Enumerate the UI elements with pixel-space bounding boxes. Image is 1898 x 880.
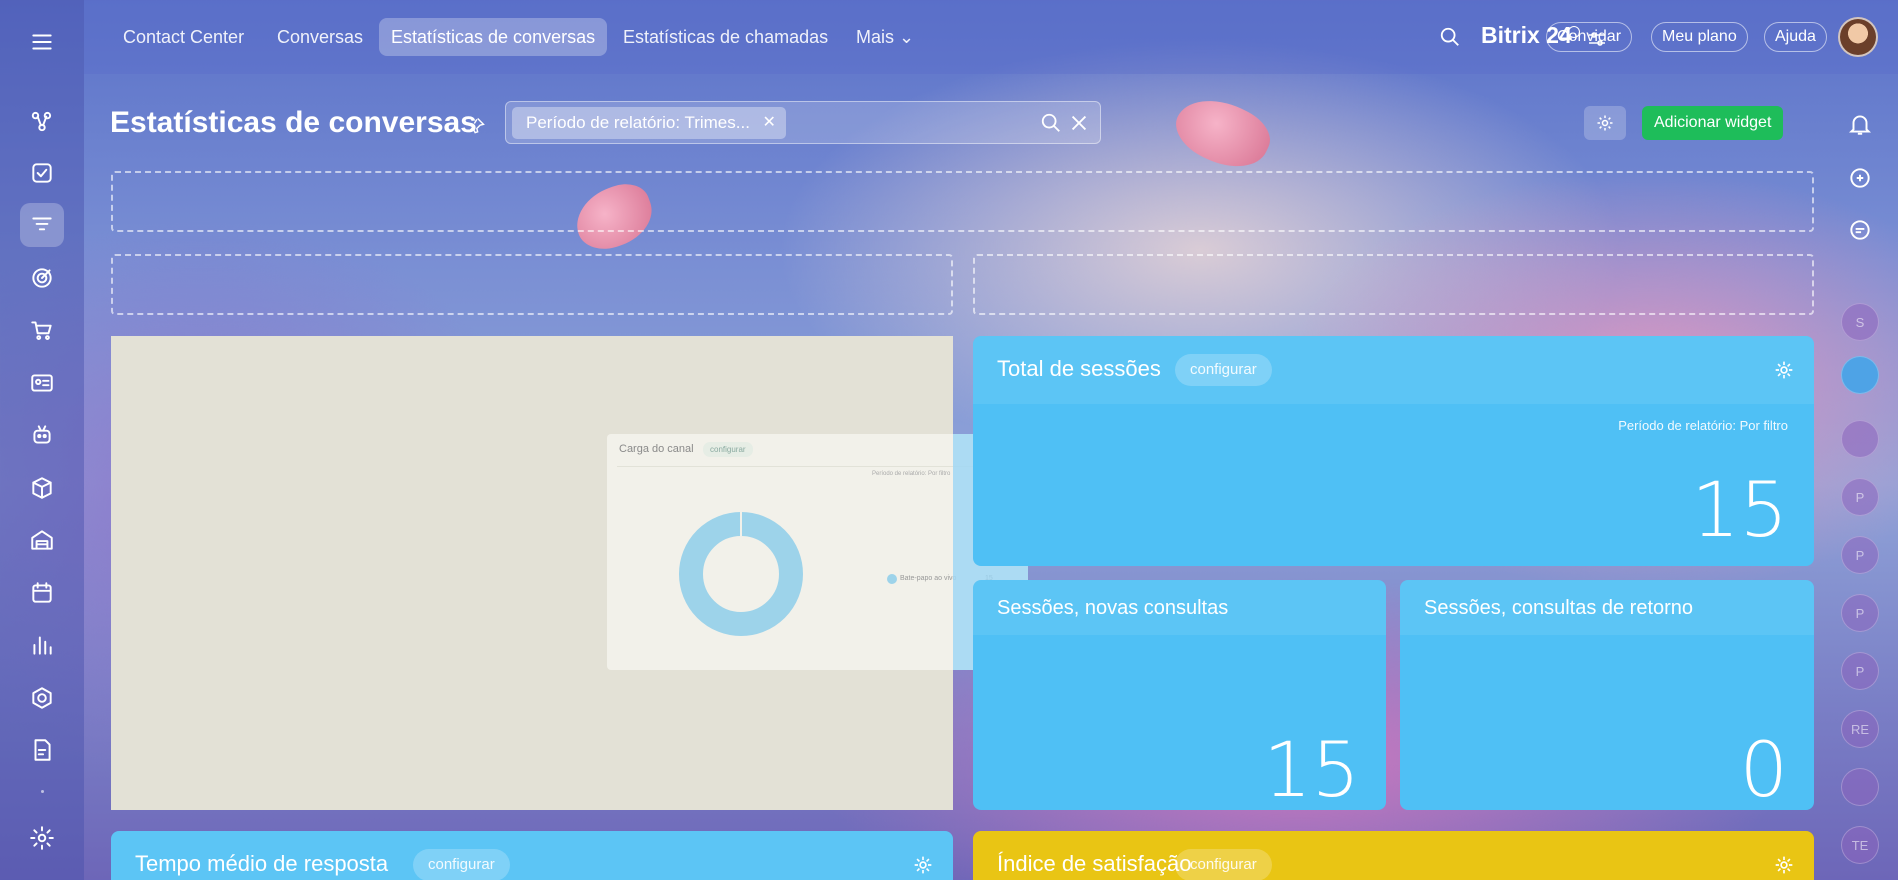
avg-response-widget[interactable]: Tempo médio de resposta configurar <box>111 831 953 880</box>
chat-avatar-p3[interactable]: P <box>1841 594 1879 632</box>
rail-separator <box>41 790 44 793</box>
left-sidebar <box>0 0 84 880</box>
filter-search-icon[interactable] <box>1040 112 1062 134</box>
tab-estatisticas-conversas[interactable]: Estatísticas de conversas <box>379 18 608 56</box>
tab-mais[interactable]: Mais ⌄ <box>844 18 926 56</box>
cart-icon[interactable] <box>20 308 64 352</box>
new-sessions-widget[interactable]: Sessões, novas consultas 15 <box>973 580 1386 810</box>
chat-avatar-p4[interactable]: P <box>1841 652 1879 690</box>
search-icon[interactable] <box>1439 26 1461 48</box>
bookmark-icon[interactable] <box>1841 356 1879 394</box>
box-icon[interactable] <box>20 466 64 510</box>
legend-dot <box>887 574 897 584</box>
hexagon-icon[interactable] <box>20 676 64 720</box>
donut-start-tick <box>740 512 742 536</box>
pin-icon[interactable] <box>466 116 486 136</box>
open-channels-icon[interactable] <box>1840 158 1880 198</box>
target-icon[interactable] <box>20 256 64 300</box>
user-avatar[interactable] <box>1838 17 1878 57</box>
tab-conversas[interactable]: Conversas <box>265 18 375 56</box>
analytics-icon[interactable] <box>20 623 64 667</box>
settings-icon[interactable] <box>20 816 64 860</box>
widget-title: Tempo médio de resposta <box>135 851 389 876</box>
satisfaction-widget[interactable]: Índice de satisfação configurar <box>973 831 1814 880</box>
widget-period: Período de relatório: Por filtro <box>1618 418 1788 433</box>
crm-icon[interactable] <box>20 99 64 143</box>
add-widget-button[interactable]: Adicionar widget <box>1642 106 1784 140</box>
page-title: Estatísticas de conversas <box>110 106 477 139</box>
filter-chip-label: Período de relatório: Trimes... <box>526 113 750 132</box>
board-settings-button[interactable] <box>1584 106 1626 140</box>
return-sessions-widget[interactable]: Sessões, consultas de retorno 0 <box>1400 580 1814 810</box>
calendar-icon[interactable] <box>20 571 64 615</box>
channel-load-config-button[interactable]: configurar <box>703 442 753 457</box>
widget-value: 0 <box>1739 725 1788 810</box>
widget-title: Índice de satisfação <box>997 851 1192 876</box>
widget-title: Sessões, consultas de retorno <box>1424 597 1694 619</box>
invite-button[interactable]: Convidar <box>1546 22 1633 52</box>
filter-chip[interactable]: Período de relatório: Trimes... ✕ <box>512 107 786 139</box>
empty-widget-slot-right[interactable] <box>973 254 1814 315</box>
widget-title: Sessões, novas consultas <box>997 597 1229 619</box>
help-button[interactable]: Ajuda <box>1764 22 1827 52</box>
chip-close-icon[interactable]: ✕ <box>763 107 776 139</box>
configure-button[interactable]: configurar <box>1175 849 1272 880</box>
contacts-card-icon[interactable] <box>20 361 64 405</box>
widget-title: Total de sessões <box>997 356 1161 381</box>
legend-label: Bate-papo ao vivo <box>900 575 957 582</box>
my-plan-button[interactable]: Meu plano <box>1651 22 1748 52</box>
channel-load-widget[interactable]: Carga do canal configurar Período de rel… <box>607 434 1028 670</box>
chat-avatar-s[interactable]: S <box>1841 303 1879 341</box>
right-sidebar: S P P P P RE TE <box>1822 74 1898 880</box>
tab-contact-center[interactable]: Contact Center <box>111 18 256 56</box>
widget-value: 15 <box>1691 465 1788 554</box>
widget-gear-icon[interactable] <box>1774 855 1794 875</box>
chat-avatar-re[interactable]: RE <box>1841 710 1879 748</box>
widget-gear-icon[interactable] <box>913 855 933 875</box>
widget-gear-icon[interactable] <box>1774 360 1794 380</box>
background-petal <box>1166 85 1279 181</box>
chat-icon[interactable] <box>1840 210 1880 250</box>
filter-search-box[interactable]: Período de relatório: Trimes... ✕ <box>505 101 1101 144</box>
warehouse-icon[interactable] <box>20 518 64 562</box>
configure-button[interactable]: configurar <box>413 849 510 880</box>
chat-avatar-globe[interactable] <box>1841 420 1879 458</box>
widget-value: 15 <box>1263 725 1360 810</box>
empty-widget-slot-left[interactable] <box>111 254 953 315</box>
total-sessions-widget[interactable]: Total de sessões configurar Período de r… <box>973 336 1814 566</box>
filter-clear-icon[interactable] <box>1068 112 1090 134</box>
configure-button[interactable]: configurar <box>1175 354 1272 386</box>
chat-avatar-p1[interactable]: P <box>1841 478 1879 516</box>
channel-load-title: Carga do canal <box>619 443 694 455</box>
empty-widget-row[interactable] <box>111 171 1814 232</box>
menu-icon[interactable] <box>20 20 64 64</box>
top-navigation: Contact Center Conversas Estatísticas de… <box>84 0 1898 74</box>
tasks-icon[interactable] <box>20 151 64 195</box>
chat-avatar-p2[interactable]: P <box>1841 536 1879 574</box>
contact-center-icon[interactable] <box>20 203 64 247</box>
chat-avatar-te[interactable]: TE <box>1841 826 1879 864</box>
tab-estatisticas-chamadas[interactable]: Estatísticas de chamadas <box>611 18 840 56</box>
robot-icon[interactable] <box>20 413 64 457</box>
chat-avatar-cat[interactable] <box>1841 768 1879 806</box>
document-icon[interactable] <box>20 728 64 772</box>
bell-icon[interactable] <box>1840 104 1880 144</box>
channel-load-period: Período de relatório: Por filtro <box>872 471 951 477</box>
